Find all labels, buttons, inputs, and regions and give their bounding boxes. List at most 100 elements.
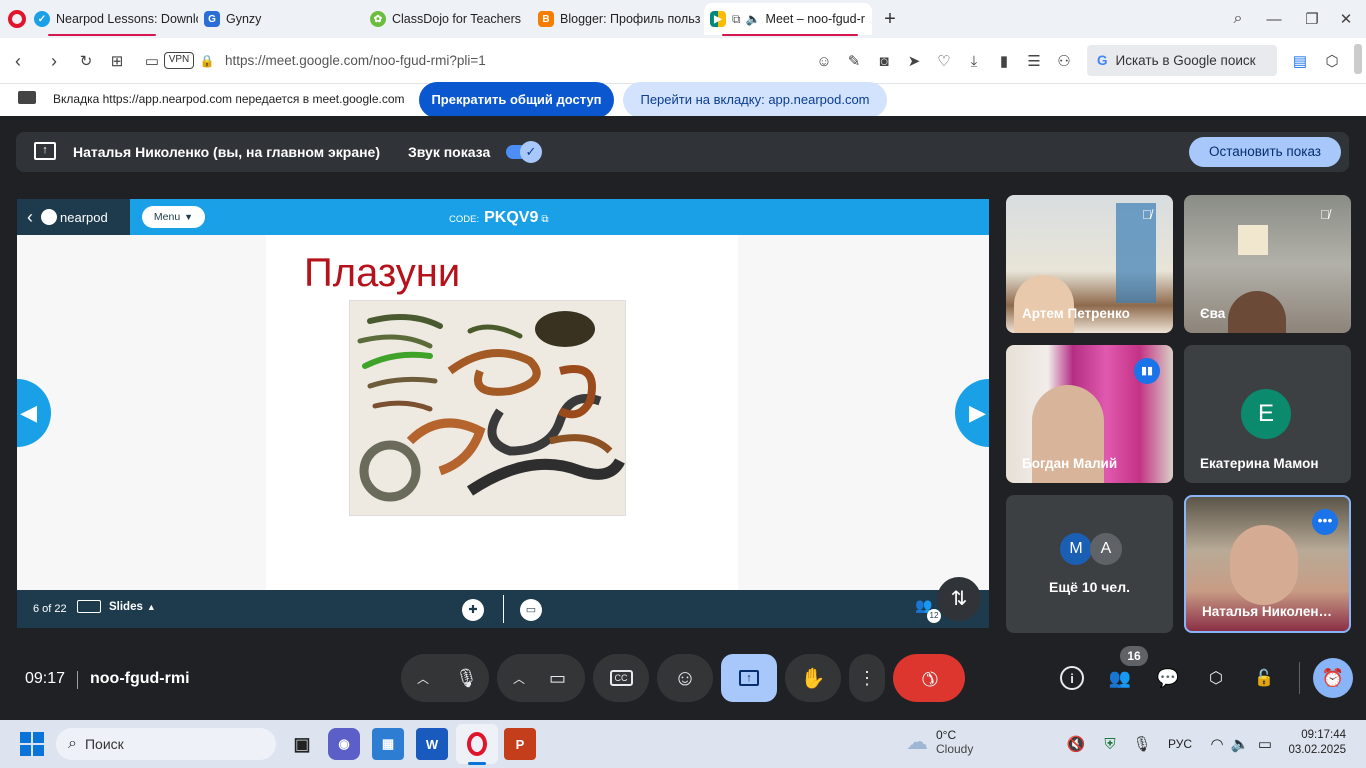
raise-hand-button[interactable]: ✋ <box>785 654 841 702</box>
meeting-details-icon[interactable]: i <box>1060 666 1084 690</box>
taskbar-search-placeholder: Поиск <box>84 736 124 752</box>
reload-icon[interactable]: ↻ <box>76 51 96 71</box>
search-tabs-icon[interactable]: ⌕ <box>1228 9 1248 29</box>
more-options-button[interactable]: ⋮ <box>849 654 885 702</box>
tabs-grid-icon[interactable]: ⊞ <box>107 51 127 71</box>
tab-share-icon <box>18 91 36 104</box>
more-options-icon[interactable]: ••• <box>1312 509 1338 535</box>
participant-tile[interactable]: 🎙̸ Єва <box>1184 195 1351 333</box>
wifi-icon[interactable]: ◠ <box>1207 734 1227 754</box>
emoji-icon[interactable]: ☺ <box>814 51 834 71</box>
restore-icon[interactable]: ❐ <box>1302 9 1322 29</box>
slides-toggle[interactable]: Slides ▲ <box>77 600 156 613</box>
notes-icon[interactable]: ▭ <box>520 599 542 621</box>
more-participants-tile[interactable]: M A Ещё 10 чел. <box>1006 495 1173 633</box>
present-button[interactable]: ↑ <box>721 654 777 702</box>
captions-button[interactable]: CC <box>593 654 649 702</box>
tab-classdojo[interactable]: ✿ ClassDojo for Teachers <box>370 3 530 35</box>
sidebar-icon[interactable]: ▤ <box>1290 51 1310 71</box>
language-indicator[interactable]: РУС <box>1168 737 1192 751</box>
goto-tab-button[interactable]: Перейти на вкладку: app.nearpod.com <box>623 82 887 118</box>
code-label: CODE: <box>449 214 480 225</box>
security-tray-icon[interactable]: ⛨ <box>1100 734 1120 754</box>
timer-icon[interactable]: ⏰ <box>1313 658 1353 698</box>
scrollbar[interactable] <box>1354 44 1362 74</box>
battery-icon[interactable]: ▭ <box>1255 734 1275 754</box>
present-icon: ↑ <box>739 670 759 686</box>
opera-logo-icon[interactable] <box>8 10 26 28</box>
tab-gynzy[interactable]: G Gynzy <box>204 3 362 35</box>
back-icon[interactable]: ‹ <box>8 51 28 71</box>
taskbar-search[interactable]: ⌕ Поиск <box>56 728 276 760</box>
volume-muted-tray-icon[interactable]: 🔇 <box>1066 734 1086 754</box>
opera-icon[interactable] <box>461 728 493 760</box>
vpn-badge[interactable]: VPN <box>164 52 194 69</box>
check-icon: ✓ <box>520 141 542 163</box>
url-field[interactable]: https://meet.google.com/noo-fgud-rmi?pli… <box>225 53 486 68</box>
search-icon: ⌕ <box>68 735 77 752</box>
hang-up-icon: ✆ <box>914 663 943 692</box>
host-controls-icon[interactable]: 🔓 <box>1251 666 1277 690</box>
edit-icon[interactable]: ✎ <box>844 51 864 71</box>
microphone-tray-icon[interactable]: 🎙 <box>1132 734 1152 754</box>
reactions-button[interactable]: ☺ <box>657 654 713 702</box>
participant-tile[interactable]: 🎙̸ Артем Петренко <box>1006 195 1173 333</box>
chat-icon[interactable]: 💬 <box>1155 666 1181 690</box>
search-placeholder: Искать в Google поиск <box>1115 53 1256 68</box>
leave-call-button[interactable]: ✆ <box>893 654 965 702</box>
snapshot-icon[interactable]: ▭ <box>142 51 162 71</box>
activities-icon[interactable]: ⬡ <box>1203 666 1229 690</box>
participant-tile[interactable]: E Екатерина Мамон <box>1184 345 1351 483</box>
forward-icon[interactable]: › <box>44 51 64 71</box>
word-icon[interactable]: W <box>416 728 448 760</box>
audio-options-icon[interactable]: ︿ <box>417 670 429 687</box>
swap-layout-button[interactable]: ⇅ <box>937 577 981 621</box>
back-arrow-icon[interactable]: ‹ <box>27 207 33 228</box>
meeting-code: noo-fgud-rmi <box>90 670 190 687</box>
open-external-icon[interactable]: ⧉ <box>541 214 548 225</box>
people-icon[interactable]: 👥 <box>1107 666 1133 690</box>
stop-sharing-button[interactable]: Прекратить общий доступ <box>419 82 614 118</box>
activity-icon[interactable]: ✚ <box>462 599 484 621</box>
close-window-icon[interactable]: ✕ <box>1336 9 1356 29</box>
tab-blogger[interactable]: B Blogger: Профиль пользо <box>538 3 700 35</box>
google-search-box[interactable]: G Искать в Google поиск <box>1087 45 1277 76</box>
settings-icon[interactable]: ☰ <box>1024 51 1044 71</box>
audio-toggle[interactable]: ✓ <box>506 141 542 163</box>
battery-saver-icon[interactable]: ▮ <box>994 51 1014 71</box>
meet-window: ↑ Наталья Николенко (вы, на главном экра… <box>0 116 1366 720</box>
slides-label: Slides <box>109 600 143 613</box>
new-tab-icon[interactable]: + <box>880 8 900 30</box>
video-options-icon[interactable]: ︿ <box>513 670 525 687</box>
self-participant-tile[interactable]: ••• Наталья Николен… <box>1184 495 1351 633</box>
participant-tile[interactable]: ▮▮ Богдан Малий <box>1006 345 1173 483</box>
participant-name: Екатерина Мамон <box>1200 456 1319 471</box>
store-icon[interactable]: ▦ <box>372 728 404 760</box>
send-icon[interactable]: ➤ <box>904 51 924 71</box>
speaker-icon[interactable]: 🔈 <box>1230 734 1250 754</box>
minimize-icon[interactable]: — <box>1264 9 1284 29</box>
slide-title: Плазуни <box>304 251 461 295</box>
info-divider <box>77 671 78 689</box>
profile-icon[interactable]: ⚇ <box>1054 51 1074 71</box>
teams-chat-icon[interactable]: ◉ <box>328 728 360 760</box>
code-value: PKQV9 <box>484 209 539 226</box>
clock[interactable]: 09:17:44 03.02.2025 <box>1284 728 1346 758</box>
stop-presenting-button[interactable]: Остановить показ <box>1189 137 1341 167</box>
menu-button[interactable]: Menu ▼ <box>142 206 205 228</box>
heart-icon[interactable]: ♡ <box>934 51 954 71</box>
tab-meet[interactable]: ▶ ⧉ 🔈 Meet – noo-fgud-r <box>704 3 872 35</box>
session-code: CODE: PKQV9 ⧉ <box>449 209 548 227</box>
powerpoint-icon[interactable]: P <box>504 728 536 760</box>
microphone-icon[interactable]: 🎙 <box>455 668 478 689</box>
extensions-icon[interactable]: ⬡ <box>1322 51 1342 71</box>
camera-icon[interactable]: ◙ <box>874 51 894 71</box>
tab-nearpod[interactable]: ✓ Nearpod Lessons: Downlo <box>34 3 198 35</box>
weather-widget[interactable]: ☁ 0°C Cloudy <box>906 728 973 756</box>
speaking-indicator-icon: ▮▮ <box>1134 358 1160 384</box>
windows-start-icon[interactable] <box>20 732 44 756</box>
more-participants-label: Ещё 10 чел. <box>1049 579 1130 595</box>
task-view-icon[interactable]: ▣ <box>286 728 318 760</box>
download-icon[interactable]: ⤓ <box>964 51 984 71</box>
camera-icon[interactable]: ▭ <box>549 668 566 689</box>
